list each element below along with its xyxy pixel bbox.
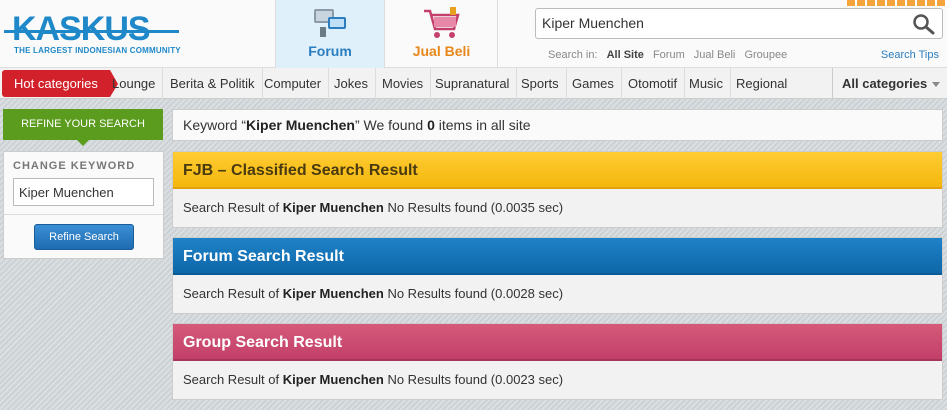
keyword-value: Kiper Muenchen	[246, 117, 355, 133]
nav-forum[interactable]: Forum	[275, 0, 385, 68]
all-categories-label: All categories	[842, 76, 928, 91]
search-tips-link[interactable]: Search Tips	[881, 49, 939, 61]
fjb-result-panel: FJB – Classified Search Result Search Re…	[172, 151, 943, 228]
keyword-input[interactable]	[13, 178, 154, 206]
category-berita-politik[interactable]: Berita & Politik	[163, 68, 263, 99]
keyword-mid: ” We found	[354, 117, 428, 133]
search-scope: Search in: All Site Forum Jual Beli Grou…	[548, 49, 793, 61]
site-header: KASKUS THE LARGEST INDONESIAN COMMUNITY …	[0, 0, 947, 68]
forum-icon	[310, 5, 350, 44]
refine-search-button[interactable]: Refine Search	[34, 224, 134, 250]
result-status: No Results found (0.0023 sec)	[383, 372, 564, 387]
keyword-summary: Keyword “Kiper Muenchen” We found 0 item…	[172, 109, 943, 141]
keyword-prefix: Keyword “	[183, 117, 247, 133]
logo-tagline: THE LARGEST INDONESIAN COMMUNITY	[14, 46, 181, 55]
keyword-suffix: items in all site	[434, 117, 531, 133]
forum-result-title: Forum Search Result	[173, 238, 942, 275]
category-otomotif[interactable]: Otomotif	[621, 68, 686, 99]
category-games[interactable]: Games	[565, 68, 622, 99]
forum-result-panel: Forum Search Result Search Result of Kip…	[172, 237, 943, 314]
forum-result-body: Search Result of Kiper Muenchen No Resul…	[173, 275, 942, 313]
all-categories-dropdown[interactable]: All categories	[832, 68, 947, 99]
kaskus-logo[interactable]: KASKUS THE LARGEST INDONESIAN COMMUNITY	[4, 10, 184, 58]
hot-categories-button[interactable]: Hot categories	[2, 70, 118, 97]
scope-forum[interactable]: Forum	[653, 49, 685, 61]
search-icon[interactable]	[912, 13, 936, 35]
nav-forum-label: Forum	[308, 43, 352, 59]
group-result-title: Group Search Result	[173, 324, 942, 361]
result-count: 0	[427, 117, 435, 133]
result-prefix: Search Result of	[183, 372, 283, 387]
result-keyword: Kiper Muenchen	[282, 372, 384, 387]
logo-text: KASKUS	[12, 10, 151, 48]
chevron-down-icon	[932, 82, 941, 88]
scope-jual-beli[interactable]: Jual Beli	[694, 49, 736, 61]
result-prefix: Search Result of	[183, 286, 283, 301]
category-jokes[interactable]: Jokes	[327, 68, 376, 99]
category-supranatural[interactable]: Supranatural	[428, 68, 518, 99]
divider	[4, 214, 163, 215]
refine-search-tab: REFINE YOUR SEARCH	[3, 109, 163, 146]
fjb-result-title: FJB – Classified Search Result	[173, 152, 942, 189]
search-in-label: Search in:	[548, 49, 598, 61]
result-keyword: Kiper Muenchen	[282, 286, 384, 301]
category-bar: Hot categories Lounge Berita & Politik C…	[0, 68, 947, 99]
category-regional[interactable]: Regional	[729, 68, 794, 99]
group-result-body: Search Result of Kiper Muenchen No Resul…	[173, 361, 942, 399]
scope-groupee[interactable]: Groupee	[744, 49, 787, 61]
decorative-ribbon	[847, 0, 947, 6]
shopping-cart-icon	[420, 5, 464, 44]
category-music[interactable]: Music	[682, 68, 731, 99]
group-result-panel: Group Search Result Search Result of Kip…	[172, 323, 943, 400]
fjb-result-body: Search Result of Kiper Muenchen No Resul…	[173, 189, 942, 227]
nav-jual-beli[interactable]: Jual Beli	[386, 0, 498, 68]
category-lounge[interactable]: Lounge	[105, 68, 164, 99]
category-computer[interactable]: Computer	[257, 68, 330, 99]
change-keyword-panel: CHANGE KEYWORD Refine Search	[3, 151, 164, 259]
nav-jual-beli-label: Jual Beli	[412, 43, 471, 59]
change-keyword-title: CHANGE KEYWORD	[13, 160, 136, 172]
result-prefix: Search Result of	[183, 200, 283, 215]
result-keyword: Kiper Muenchen	[282, 200, 384, 215]
category-movies[interactable]: Movies	[375, 68, 432, 99]
category-sports[interactable]: Sports	[514, 68, 567, 99]
scope-all-site[interactable]: All Site	[607, 49, 644, 61]
search-box	[535, 8, 943, 39]
result-status: No Results found (0.0028 sec)	[383, 286, 564, 301]
result-status: No Results found (0.0035 sec)	[383, 200, 564, 215]
search-input[interactable]	[542, 15, 902, 31]
